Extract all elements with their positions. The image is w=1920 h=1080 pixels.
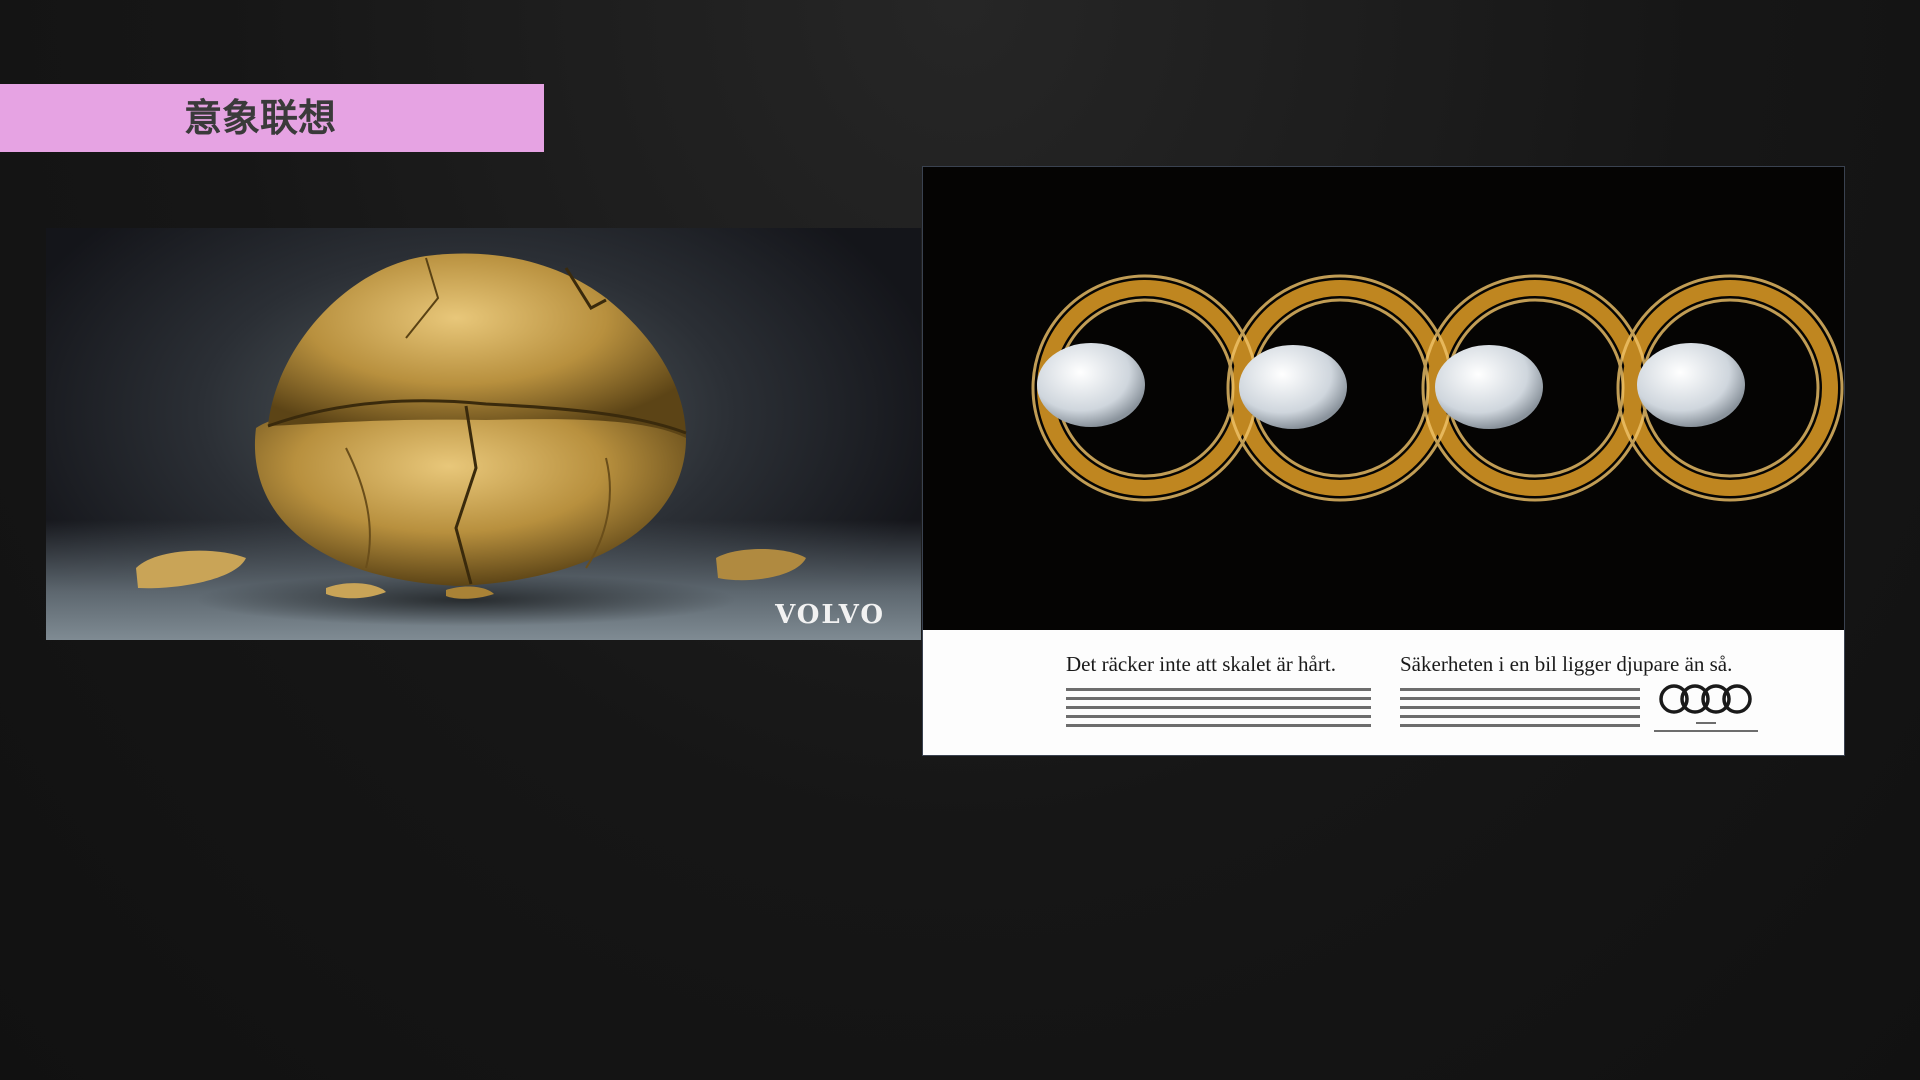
ad-headline-right: Säkerheten i en bil ligger djupare än så… [1400,652,1733,676]
slide-title: 意象联想 [184,96,337,140]
audi-rings-logo-icon [1659,684,1752,714]
volvo-logo-text: VOLVO [775,600,885,630]
walnut-illustration [136,253,806,626]
audi-tagline [1641,722,1771,732]
title-banner: 意象联想 [0,84,544,152]
walnut-image: VOLVO [46,228,921,640]
ad-headline-left: Det räcker inte att skalet är hårt. [1066,652,1336,676]
ad-copy-area: Det räcker inte att skalet är hårt. Säke… [923,630,1844,755]
ad-body-text-right [1400,688,1640,733]
nest-photo [923,167,1844,630]
nests-illustration [1031,274,1844,502]
ad-body-text-left [1066,688,1371,733]
nest-ad-image: Det räcker inte att skalet är hårt. Säke… [922,166,1845,756]
